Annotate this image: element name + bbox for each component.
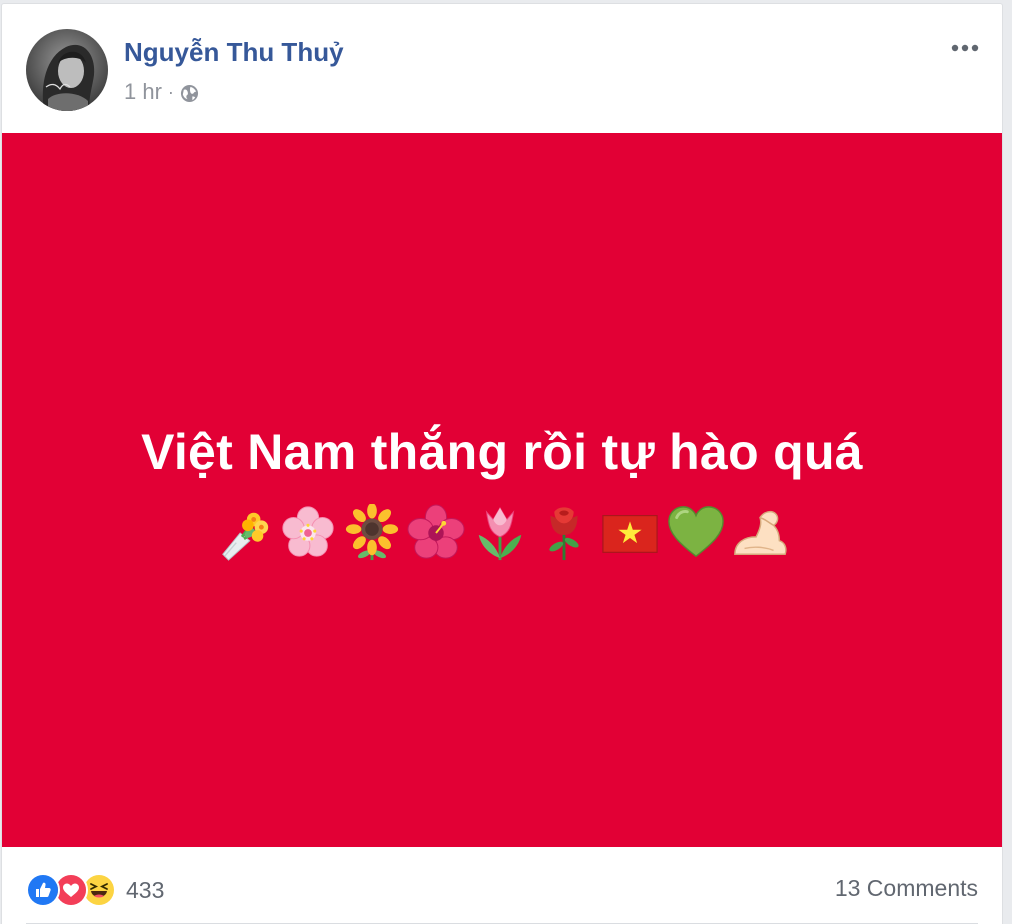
hibiscus-icon	[407, 504, 465, 559]
green-heart-icon	[668, 506, 724, 558]
more-options-icon[interactable]	[948, 36, 982, 60]
reactions-summary[interactable]: 433	[26, 873, 164, 907]
post-card: Nguyễn Thu Thuỷ 1 hr · Việt Nam thắng rồ	[1, 3, 1003, 924]
post-background[interactable]: Việt Nam thắng rồi tự hào quá	[2, 133, 1002, 847]
globe-icon[interactable]	[180, 83, 199, 102]
sunflower-icon	[345, 504, 399, 561]
post-timestamp[interactable]: 1 hr	[124, 79, 162, 105]
vietnam-flag-icon	[602, 515, 658, 553]
post-meta: 1 hr ·	[124, 79, 199, 105]
reaction-count: 433	[126, 876, 165, 903]
like-icon	[26, 873, 60, 907]
cherry-blossom-icon	[282, 506, 334, 557]
tulip-icon	[478, 506, 522, 561]
post-footer: 433 13 Comments	[2, 847, 1002, 924]
rose-icon	[549, 507, 579, 561]
comments-count-link[interactable]: 13 Comments	[835, 875, 978, 902]
author-avatar[interactable]	[26, 29, 108, 111]
author-name[interactable]: Nguyễn Thu Thuỷ	[124, 37, 344, 68]
post-text: Việt Nam thắng rồi tự hào quá	[141, 424, 863, 480]
post-header: Nguyễn Thu Thuỷ 1 hr ·	[2, 4, 1002, 133]
emoji-row	[2, 501, 1002, 565]
bouquet-icon	[222, 512, 269, 561]
flexed-biceps-icon	[734, 510, 787, 555]
meta-separator: ·	[167, 81, 174, 102]
